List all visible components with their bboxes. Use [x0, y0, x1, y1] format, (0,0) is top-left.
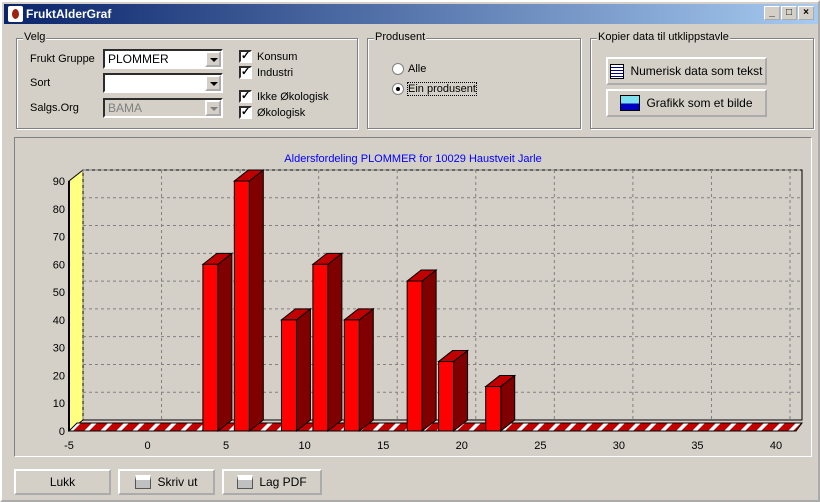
radio-alle[interactable]: Alle: [392, 63, 426, 75]
salgs-org-label: Salgs.Org: [30, 102, 79, 114]
floor-series: [67, 422, 803, 432]
button-label: Skriv ut: [157, 475, 198, 489]
frukt-gruppe-value: PLOMMER: [108, 52, 169, 66]
bar: [406, 280, 423, 432]
window: FruktAlderGraf _ □ × Velg Frukt Gruppe P…: [0, 0, 820, 502]
x-tick-label: 10: [299, 440, 311, 452]
button-label: Lukk: [49, 475, 76, 489]
maximize-button[interactable]: □: [781, 6, 797, 20]
y-tick-label: 60: [53, 259, 65, 271]
bar-side: [295, 307, 311, 433]
kopier-legend: Kopier data til utklippstavle: [597, 31, 730, 43]
radio-label: Ein produsent: [407, 82, 477, 96]
y-tick-label: 10: [53, 398, 65, 410]
close-button[interactable]: Lukk: [14, 469, 111, 495]
x-tick-label: 15: [377, 440, 389, 452]
copy-image-button[interactable]: Grafikk som et bilde: [606, 89, 767, 117]
bar: [280, 319, 297, 432]
button-label: Numerisk data som tekst: [630, 64, 763, 78]
checkbox-label: Industri: [257, 66, 294, 79]
chart-title: Aldersfordeling PLOMMER for 10029 Haustv…: [284, 153, 541, 165]
close-window-button[interactable]: ×: [798, 6, 814, 20]
bar-side: [248, 168, 264, 433]
copy-text-button[interactable]: Numerisk data som tekst: [606, 57, 767, 85]
left-wall: [68, 168, 84, 433]
checkbox-label: Ikke Økologisk: [257, 90, 329, 103]
y-tick-label: 0: [59, 426, 65, 438]
pdf-button[interactable]: Lag PDF: [222, 469, 322, 495]
sort-select[interactable]: [103, 73, 223, 93]
radio-icon: [392, 63, 404, 75]
bar-side: [453, 349, 469, 433]
y-tick-label: 90: [53, 176, 65, 188]
y-tick-label: 80: [53, 204, 65, 216]
produsent-legend: Produsent: [374, 31, 427, 43]
x-tick-label: 20: [456, 440, 468, 452]
bar: [485, 386, 502, 432]
kopier-group: Kopier data til utklippstavle Numerisk d…: [590, 31, 814, 129]
chevron-down-icon: [205, 100, 221, 116]
sort-label: Sort: [30, 77, 51, 89]
velg-legend: Velg: [23, 31, 47, 43]
window-title: FruktAlderGraf: [26, 7, 112, 21]
bar: [438, 361, 455, 432]
checkbox-label: Økologisk: [257, 106, 306, 119]
check-icon: ✓: [239, 66, 252, 79]
radio-label: Alle: [408, 63, 427, 75]
frukt-gruppe-label: Frukt Gruppe: [30, 53, 95, 65]
y-tick-label: 50: [53, 287, 65, 299]
industri-checkbox[interactable]: ✓ Industri: [239, 66, 293, 79]
printer-icon: [135, 475, 152, 489]
velg-group: Velg Frukt Gruppe PLOMMER Sort Salgs.Org…: [16, 31, 358, 129]
ikke-okologisk-checkbox[interactable]: ✓ Ikke Økologisk: [239, 90, 329, 103]
radio-selected-icon: [392, 83, 404, 95]
app-icon: [8, 6, 23, 22]
chevron-down-icon[interactable]: [205, 51, 221, 67]
bar: [233, 180, 250, 432]
x-tick-label: 35: [691, 440, 703, 452]
document-icon: [610, 63, 625, 79]
okologisk-checkbox[interactable]: ✓ Økologisk: [239, 106, 305, 119]
button-label: Grafikk som et bilde: [646, 96, 753, 110]
chart-panel: Aldersfordeling PLOMMER for 10029 Haustv…: [14, 137, 812, 457]
checkbox-label: Konsum: [257, 50, 298, 63]
bar: [343, 319, 360, 432]
salgs-org-value: BAMA: [108, 101, 143, 115]
bar: [312, 263, 329, 432]
age-distribution-chart: Aldersfordeling PLOMMER for 10029 Haustv…: [53, 153, 803, 452]
printer-icon: [237, 475, 254, 489]
minimize-button[interactable]: _: [764, 6, 780, 20]
check-icon: ✓: [239, 90, 252, 103]
title-bar: FruktAlderGraf _ □ ×: [4, 4, 818, 24]
y-tick-label: 40: [53, 315, 65, 327]
bar: [202, 263, 219, 432]
print-button[interactable]: Skriv ut: [118, 469, 215, 495]
y-tick-label: 20: [53, 370, 65, 382]
salgs-org-select: BAMA: [103, 98, 223, 118]
picture-icon: [620, 95, 641, 111]
check-icon: ✓: [239, 50, 252, 63]
produsent-group: Produsent Alle Ein produsent: [367, 31, 581, 129]
check-icon: ✓: [239, 106, 252, 119]
bar-side: [421, 268, 437, 433]
bar-side: [327, 252, 343, 433]
x-tick-label: 30: [613, 440, 625, 452]
x-tick-label: 5: [223, 440, 229, 452]
x-tick-label: -5: [64, 440, 74, 452]
konsum-checkbox[interactable]: ✓ Konsum: [239, 50, 297, 63]
x-tick-label: 40: [770, 440, 782, 452]
y-tick-label: 70: [53, 232, 65, 244]
x-tick-label: 25: [534, 440, 546, 452]
radio-ein-produsent[interactable]: Ein produsent: [392, 82, 477, 96]
frukt-gruppe-select[interactable]: PLOMMER: [103, 49, 223, 69]
x-tick-label: 0: [144, 440, 150, 452]
button-label: Lag PDF: [259, 475, 307, 489]
chevron-down-icon[interactable]: [205, 75, 221, 91]
bar-side: [217, 252, 233, 433]
bar-side: [358, 307, 374, 433]
y-tick-label: 30: [53, 343, 65, 355]
